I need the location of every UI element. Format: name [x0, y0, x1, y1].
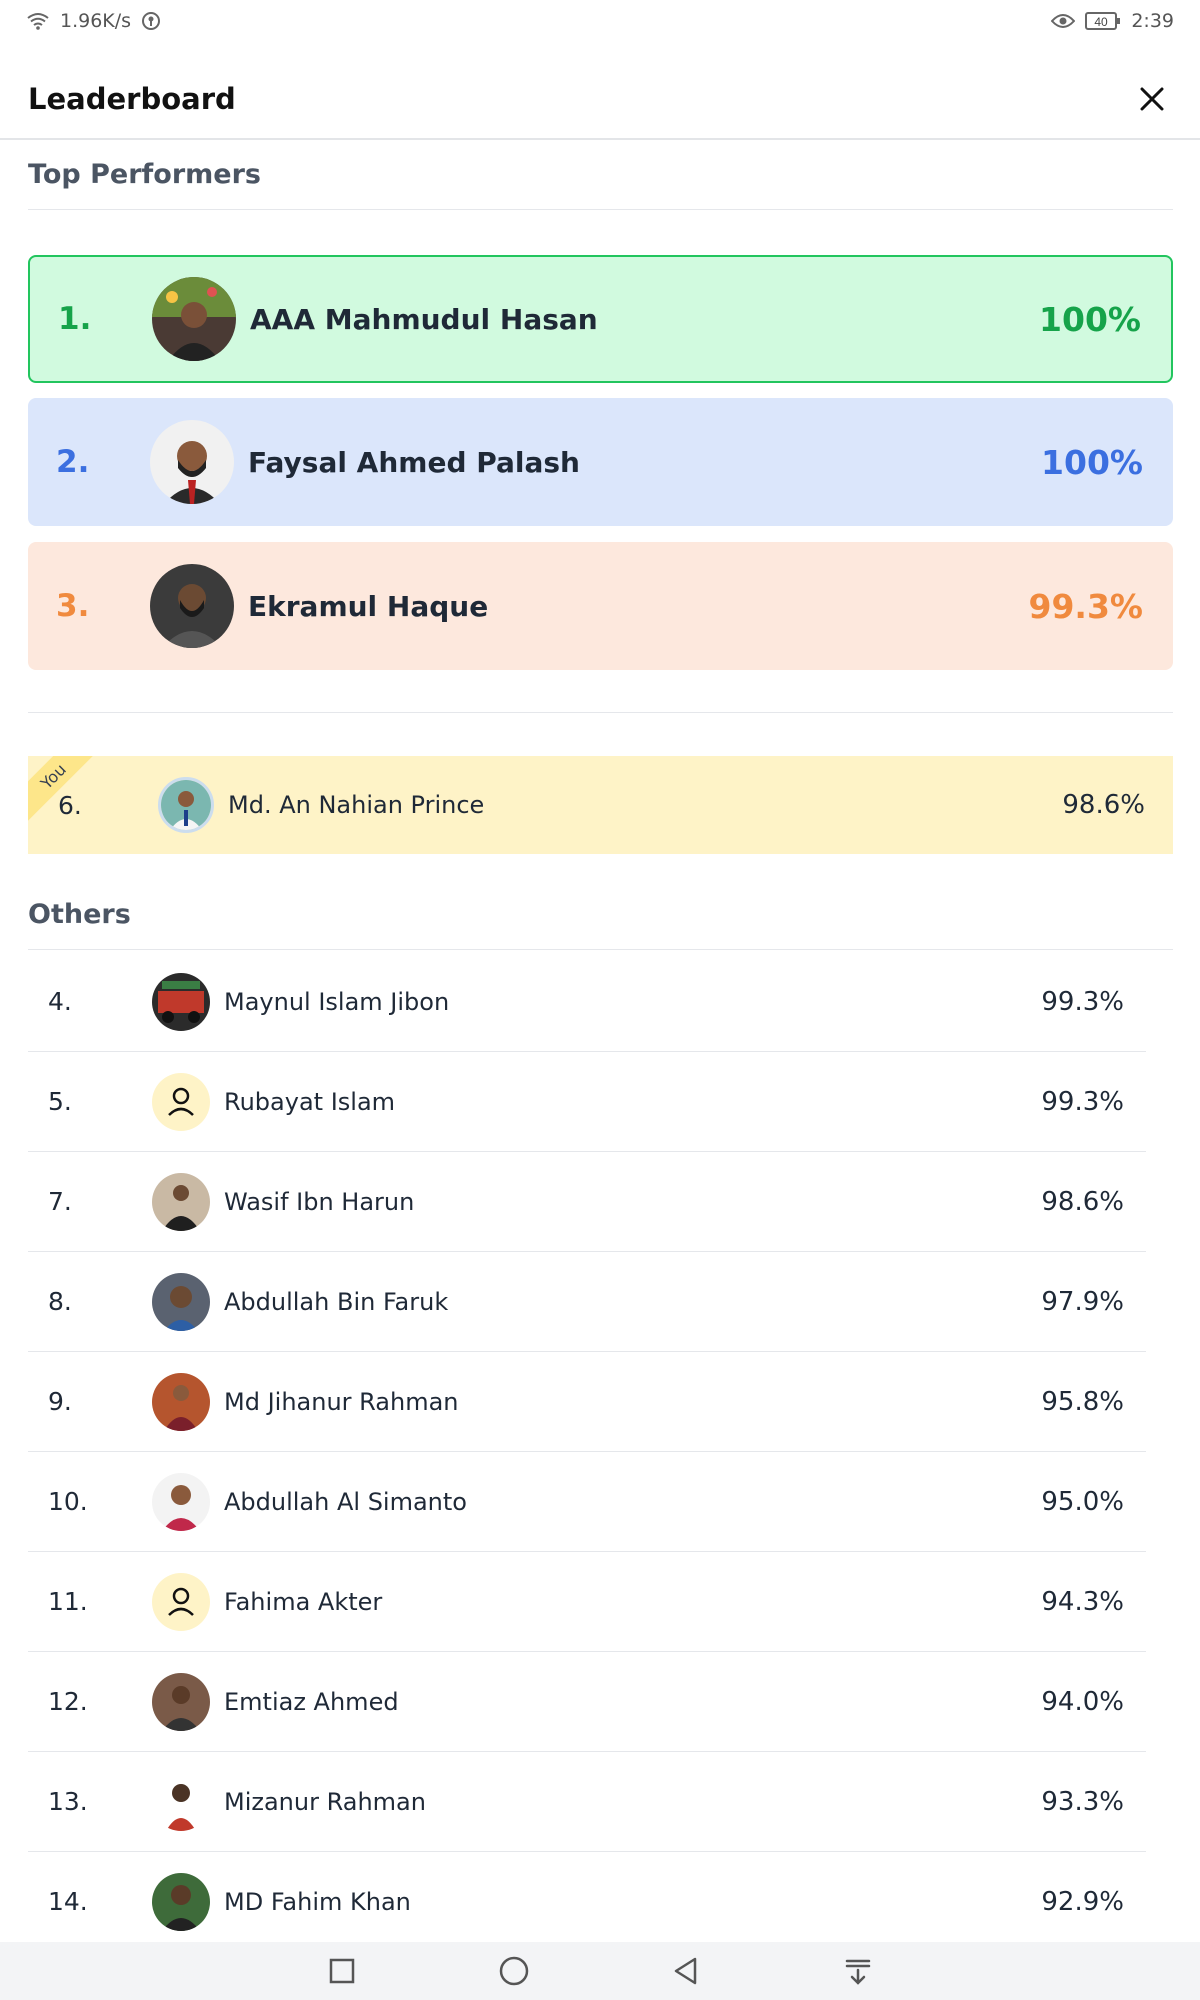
- pull-down-icon: [845, 1959, 871, 1985]
- avatar: [150, 564, 234, 648]
- recents-button[interactable]: [322, 1951, 362, 1991]
- top-performer-card-1[interactable]: 1. AAA Mahmudul Hasan 100%: [28, 255, 1173, 383]
- leaderboard-content: Top Performers 1. AAA Mahmudul Hasan 100…: [28, 140, 1173, 1952]
- avatar: [152, 277, 236, 361]
- network-speed: 1.96K/s: [60, 10, 132, 32]
- close-icon: [1140, 87, 1164, 111]
- close-button[interactable]: [1132, 79, 1172, 119]
- performer-score: 100%: [1041, 442, 1143, 482]
- home-button[interactable]: [494, 1951, 534, 1991]
- current-user-card[interactable]: You 6. Md. An Nahian Prince 98.6%: [28, 756, 1173, 854]
- user-score: 95.0%: [1041, 1486, 1124, 1517]
- list-item[interactable]: 7. Wasif Ibn Harun 98.6%: [28, 1152, 1146, 1252]
- list-item[interactable]: 5. Rubayat Islam 99.3%: [28, 1052, 1146, 1152]
- back-button[interactable]: [666, 1951, 706, 1991]
- avatar: [152, 1472, 210, 1531]
- others-list: 4. Maynul Islam Jibon 99.3% 5. Rubayat I…: [28, 952, 1146, 1952]
- user-name: Maynul Islam Jibon: [224, 987, 450, 1016]
- performer-score: 100%: [1039, 299, 1141, 339]
- user-placeholder-icon: [152, 1072, 210, 1131]
- back-triangle-icon: [674, 1957, 697, 1985]
- performer-name: Ekramul Haque: [248, 589, 489, 623]
- user-score: 94.3%: [1041, 1586, 1124, 1617]
- current-user-name: Md. An Nahian Prince: [228, 791, 485, 819]
- rank: 4.: [48, 987, 72, 1016]
- user-name: Wasif Ibn Harun: [224, 1187, 415, 1216]
- user-name: Fahima Akter: [224, 1587, 383, 1616]
- others-title: Others: [28, 880, 1173, 950]
- list-item[interactable]: 8. Abdullah Bin Faruk 97.9%: [28, 1252, 1146, 1352]
- rank: 2.: [56, 444, 90, 480]
- wifi-icon: [26, 11, 50, 31]
- rank: 7.: [48, 1187, 72, 1216]
- user-name: Md Jihanur Rahman: [224, 1387, 459, 1416]
- user-score: 93.3%: [1041, 1786, 1124, 1817]
- battery-icon: 40: [1085, 11, 1121, 31]
- avatar: [152, 1272, 210, 1331]
- user-name: MD Fahim Khan: [224, 1887, 411, 1916]
- current-user-score: 98.6%: [1062, 790, 1145, 820]
- avatar: [158, 777, 214, 833]
- avatar: [152, 1872, 210, 1931]
- status-right: 40 2:39: [1051, 10, 1174, 32]
- avatar: [152, 1772, 210, 1831]
- avatar: [150, 420, 234, 504]
- user-placeholder-icon: [152, 1572, 210, 1631]
- avatar: [152, 1372, 210, 1431]
- status-bar: 1.96K/s 40 2:39: [0, 0, 1200, 42]
- rank: 8.: [48, 1287, 72, 1316]
- status-left: 1.96K/s: [26, 10, 161, 32]
- list-item[interactable]: 9. Md Jihanur Rahman 95.8%: [28, 1352, 1146, 1452]
- header: Leaderboard: [0, 60, 1200, 140]
- list-item[interactable]: 13. Mizanur Rahman 93.3%: [28, 1752, 1146, 1852]
- rank: 5.: [48, 1087, 72, 1116]
- rank: 11.: [48, 1587, 88, 1616]
- rank: 9.: [48, 1387, 72, 1416]
- circle-icon: [499, 1956, 529, 1986]
- clock: 2:39: [1131, 10, 1174, 32]
- vpn-icon: [141, 11, 161, 31]
- rank: 3.: [56, 588, 90, 624]
- user-name: Abdullah Bin Faruk: [224, 1287, 449, 1316]
- section-divider: [28, 712, 1173, 713]
- avatar: [152, 1172, 210, 1231]
- user-score: 99.3%: [1041, 1086, 1124, 1117]
- list-item[interactable]: 11. Fahima Akter 94.3%: [28, 1552, 1146, 1652]
- top-performers-title: Top Performers: [28, 140, 1173, 210]
- top-performer-card-3[interactable]: 3. Ekramul Haque 99.3%: [28, 542, 1173, 670]
- performer-score: 99.3%: [1028, 586, 1144, 626]
- list-item[interactable]: 14. MD Fahim Khan 92.9%: [28, 1852, 1146, 1952]
- rank: 6.: [58, 790, 82, 820]
- list-item[interactable]: 4. Maynul Islam Jibon 99.3%: [28, 952, 1146, 1052]
- list-item[interactable]: 12. Emtiaz Ahmed 94.0%: [28, 1652, 1146, 1752]
- avatar: [152, 1672, 210, 1731]
- battery-level: 40: [1095, 15, 1109, 29]
- page-title: Leaderboard: [28, 82, 236, 116]
- rank: 10.: [48, 1487, 88, 1516]
- list-item[interactable]: 10. Abdullah Al Simanto 95.0%: [28, 1452, 1146, 1552]
- rank: 13.: [48, 1787, 88, 1816]
- top-performer-card-2[interactable]: 2. Faysal Ahmed Palash 100%: [28, 398, 1173, 526]
- user-score: 98.6%: [1041, 1186, 1124, 1217]
- user-score: 94.0%: [1041, 1686, 1124, 1717]
- square-icon: [329, 1958, 355, 1984]
- rank: 14.: [48, 1887, 88, 1916]
- rank: 12.: [48, 1687, 88, 1716]
- user-name: Emtiaz Ahmed: [224, 1687, 399, 1716]
- performer-name: Faysal Ahmed Palash: [248, 445, 580, 479]
- rank: 1.: [58, 301, 92, 337]
- notification-shade-button[interactable]: [838, 1951, 878, 1991]
- eye-icon: [1051, 13, 1076, 29]
- performer-name: AAA Mahmudul Hasan: [250, 302, 598, 336]
- user-score: 99.3%: [1041, 986, 1124, 1017]
- user-name: Abdullah Al Simanto: [224, 1487, 467, 1516]
- user-score: 95.8%: [1041, 1386, 1124, 1417]
- user-name: Rubayat Islam: [224, 1087, 396, 1116]
- user-score: 92.9%: [1041, 1886, 1124, 1917]
- avatar: [152, 972, 210, 1031]
- system-nav-bar: [0, 1942, 1200, 2000]
- user-name: Mizanur Rahman: [224, 1787, 426, 1816]
- user-score: 97.9%: [1041, 1286, 1124, 1317]
